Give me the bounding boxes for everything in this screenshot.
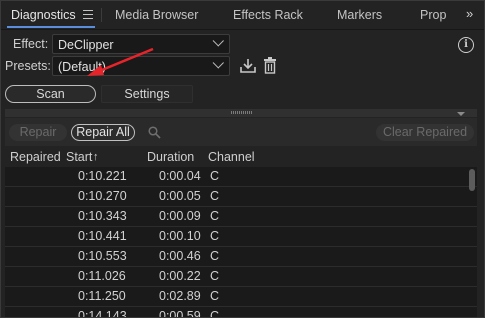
table-row[interactable]: 0:10.441 0:00.10 C xyxy=(5,227,477,247)
channel-cell: C xyxy=(210,289,220,303)
table-row[interactable]: 0:10.343 0:00.09 C xyxy=(5,207,477,227)
annotation-arrow-icon xyxy=(87,47,154,76)
save-preset-icon[interactable] xyxy=(239,58,257,74)
active-tab-indicator xyxy=(7,26,95,28)
repair-button[interactable]: Repair xyxy=(9,124,67,141)
channel-cell: C xyxy=(210,169,220,183)
start-cell: 0:14.143 xyxy=(78,309,127,317)
tab-media-browser[interactable]: Media Browser xyxy=(115,1,198,29)
search-icon[interactable] xyxy=(148,126,161,139)
column-header-duration[interactable]: Duration xyxy=(147,150,194,164)
table-scrollbar[interactable] xyxy=(469,169,475,191)
table-row[interactable]: 0:10.270 0:00.05 C xyxy=(5,187,477,207)
table-row[interactable]: 0:11.026 0:00.22 C xyxy=(5,267,477,287)
channel-cell: C xyxy=(210,309,220,317)
start-cell: 0:10.343 xyxy=(78,209,127,223)
start-cell: 0:10.221 xyxy=(78,169,127,183)
grip-handle-icon[interactable] xyxy=(231,111,253,114)
repair-all-button[interactable]: Repair All xyxy=(71,124,135,141)
start-cell: 0:10.441 xyxy=(78,229,127,243)
scan-tab-button[interactable]: Scan xyxy=(5,85,96,103)
hamburger-icon[interactable] xyxy=(83,10,93,19)
tab-effects-rack[interactable]: Effects Rack xyxy=(233,1,303,29)
start-cell: 0:10.553 xyxy=(78,249,127,263)
diagnostics-panel: Diagnostics Media Browser Effects Rack M… xyxy=(0,0,485,318)
tab-diagnostics[interactable]: Diagnostics xyxy=(11,1,76,29)
clear-repaired-button[interactable]: Clear Repaired xyxy=(376,124,474,141)
channel-cell: C xyxy=(210,209,220,223)
repair-table-body: 0:10.221 0:00.04 C 0:10.270 0:00.05 C 0:… xyxy=(5,167,477,317)
duration-cell: 0:00.59 xyxy=(159,309,201,317)
chevron-down-icon xyxy=(212,35,224,47)
panel-tab-bar: Diagnostics Media Browser Effects Rack M… xyxy=(1,1,484,30)
duration-cell: 0:00.05 xyxy=(159,189,201,203)
column-header-repaired[interactable]: Repaired xyxy=(10,150,61,164)
presets-label: Presets: xyxy=(5,59,51,73)
channel-cell: C xyxy=(210,249,220,263)
settings-tab-button[interactable]: Settings xyxy=(101,85,193,103)
duration-cell: 0:00.10 xyxy=(159,229,201,243)
column-header-channel[interactable]: Channel xyxy=(208,150,255,164)
table-row[interactable]: 0:11.250 0:02.89 C xyxy=(5,287,477,307)
table-row[interactable]: 0:10.221 0:00.04 C xyxy=(5,167,477,187)
channel-cell: C xyxy=(210,229,220,243)
table-row[interactable]: 0:14.143 0:00.59 C xyxy=(5,307,477,317)
start-cell: 0:11.250 xyxy=(78,289,126,303)
double-chevron-right-icon[interactable]: » xyxy=(466,6,473,21)
duration-cell: 0:00.09 xyxy=(159,209,201,223)
info-icon[interactable]: i xyxy=(458,37,474,53)
chevron-down-icon xyxy=(212,57,224,69)
channel-cell: C xyxy=(210,189,220,203)
sort-ascending-icon: ↑ xyxy=(93,151,99,163)
column-header-start[interactable]: Start xyxy=(66,150,92,164)
duration-cell: 0:00.22 xyxy=(159,269,201,283)
start-cell: 0:11.026 xyxy=(78,269,126,283)
table-row[interactable]: 0:10.553 0:00.46 C xyxy=(5,247,477,267)
duration-cell: 0:00.46 xyxy=(159,249,201,263)
duration-cell: 0:02.89 xyxy=(159,289,201,303)
start-cell: 0:10.270 xyxy=(78,189,127,203)
tab-markers[interactable]: Markers xyxy=(337,1,382,29)
duration-cell: 0:00.04 xyxy=(159,169,201,183)
effect-label: Effect: xyxy=(13,37,49,51)
channel-cell: C xyxy=(210,269,220,283)
tab-properties[interactable]: Prop xyxy=(420,1,446,29)
collapse-triangle-icon[interactable] xyxy=(457,112,465,116)
tab-separator xyxy=(101,8,102,22)
trash-icon[interactable] xyxy=(263,57,277,74)
